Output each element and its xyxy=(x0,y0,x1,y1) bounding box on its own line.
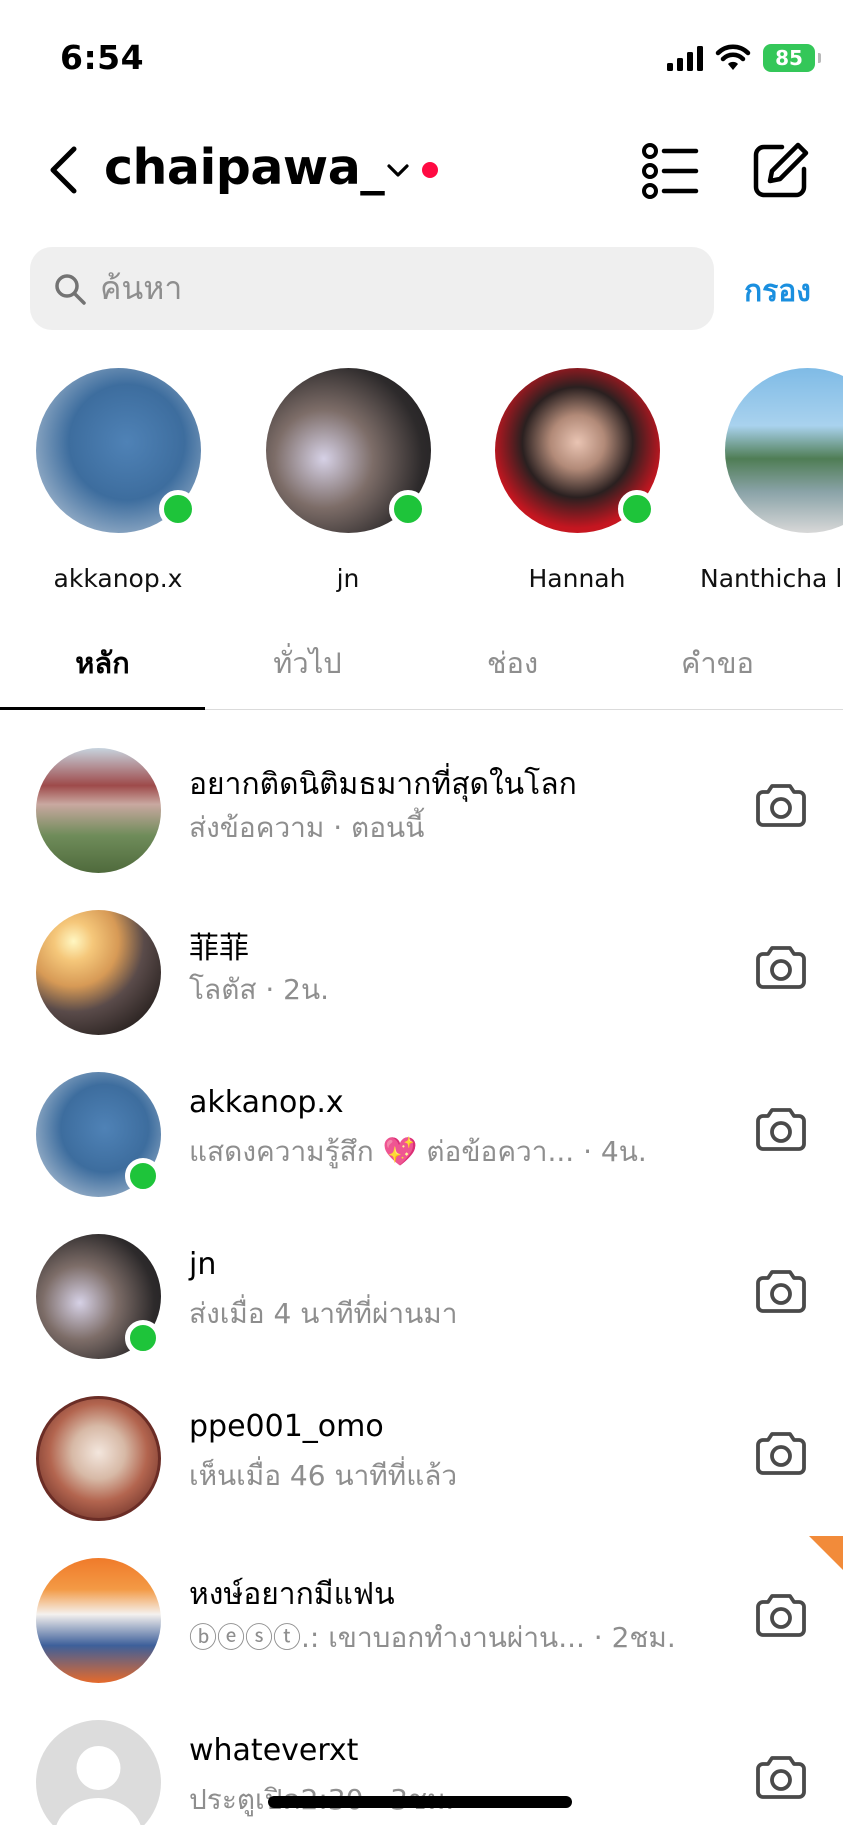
compose-button[interactable] xyxy=(752,141,810,199)
account-switch-button[interactable] xyxy=(382,155,414,187)
thread-name: akkanop.x xyxy=(189,1085,344,1120)
battery-level: 85 xyxy=(775,46,803,70)
search-icon xyxy=(50,269,90,309)
note-name: jn xyxy=(336,564,360,593)
thread-name: ppe001_omo xyxy=(189,1409,384,1444)
avatar xyxy=(36,1720,161,1825)
avatar xyxy=(36,1396,161,1521)
camera-icon xyxy=(756,946,806,989)
avatar xyxy=(36,1558,161,1683)
thread-row[interactable]: อยากติดนิติมธมากที่สุดในโลก ส่งข้อความ ·… xyxy=(0,734,843,896)
list-icon xyxy=(642,143,699,199)
thread-name: หงษ์อยากมีแฟน xyxy=(189,1577,395,1612)
tab-primary[interactable]: หลัก xyxy=(0,640,205,686)
thread-preview: โลตัส · 2น. xyxy=(189,973,330,1006)
thread-name: whateverxt xyxy=(189,1733,359,1768)
status-icons: 85 xyxy=(667,44,821,72)
online-indicator xyxy=(389,490,427,528)
header: chaipawa_ xyxy=(0,125,843,215)
wifi-icon xyxy=(715,44,751,70)
thread-preview: ⓑⓔⓢⓣ.: เขาบอกทำงานผ่าน... · 2ชม. xyxy=(189,1621,676,1654)
thread-row[interactable]: jn ส่งเมื่อ 4 นาทีที่ผ่านมา xyxy=(0,1220,843,1382)
note-name: Nanthicha l xyxy=(700,564,843,593)
notes-row: akkanop.x jn Hannah Nanthicha l xyxy=(0,368,843,598)
search-placeholder: ค้นหา xyxy=(100,269,183,307)
thread-name: jn xyxy=(189,1247,217,1282)
thread-preview: แสดงความรู้สึก 💖 ต่อข้อควา... · 4น. xyxy=(189,1135,647,1168)
thread-preview: เห็นเมื่อ 46 นาทีที่แล้ว xyxy=(189,1459,458,1492)
online-indicator xyxy=(618,490,656,528)
camera-icon xyxy=(756,1108,806,1151)
camera-button[interactable] xyxy=(754,940,808,994)
camera-button[interactable] xyxy=(754,1588,808,1642)
camera-button[interactable] xyxy=(754,1102,808,1156)
active-tab-indicator xyxy=(0,707,205,710)
avatar xyxy=(36,910,161,1035)
camera-button[interactable] xyxy=(754,778,808,832)
online-indicator xyxy=(125,1320,161,1356)
thread-row[interactable]: หงษ์อยากมีแฟน ⓑⓔⓢⓣ.: เขาบอกทำงานผ่าน... … xyxy=(0,1544,843,1706)
online-indicator xyxy=(125,1158,161,1194)
back-chevron-icon xyxy=(50,146,77,194)
default-avatar-icon xyxy=(56,1746,141,1825)
note-item[interactable]: Nanthicha l xyxy=(0,368,843,598)
tab-general[interactable]: ทั่วไป xyxy=(205,640,410,686)
camera-icon xyxy=(756,1594,806,1637)
thread-row[interactable]: ppe001_omo เห็นเมื่อ 46 นาทีที่แล้ว xyxy=(0,1382,843,1544)
thread-row[interactable]: akkanop.x แสดงความรู้สึก 💖 ต่อข้อควา... … xyxy=(0,1058,843,1220)
camera-icon xyxy=(756,1432,806,1475)
scroll-indicator-icon xyxy=(809,1536,843,1570)
account-name[interactable]: chaipawa_ xyxy=(104,139,385,196)
inbox-tabs: หลัก ทั่วไป ช่อง คำขอ xyxy=(0,618,843,710)
camera-button[interactable] xyxy=(754,1264,808,1318)
battery-icon: 85 xyxy=(763,44,821,72)
camera-button[interactable] xyxy=(754,1750,808,1804)
note-name: Hannah xyxy=(528,564,626,593)
avatar xyxy=(725,368,843,533)
thread-preview: ส่งข้อความ · ตอนนี้ xyxy=(189,811,425,844)
camera-icon xyxy=(756,784,806,827)
home-indicator[interactable] xyxy=(268,1796,572,1808)
thread-row[interactable]: 菲菲 โลตัส · 2น. xyxy=(0,896,843,1058)
thread-preview: ส่งเมื่อ 4 นาทีที่ผ่านมา xyxy=(189,1297,458,1330)
status-bar: 6:54 85 xyxy=(0,0,843,110)
compose-icon xyxy=(753,142,809,198)
avatar xyxy=(36,748,161,873)
signal-icon xyxy=(667,45,703,71)
back-button[interactable] xyxy=(38,143,88,197)
tab-requests[interactable]: คำขอ xyxy=(615,640,820,686)
tab-channels[interactable]: ช่อง xyxy=(410,640,615,686)
thread-name: 菲菲 xyxy=(189,931,249,966)
status-time: 6:54 xyxy=(60,38,145,77)
camera-icon xyxy=(756,1756,806,1799)
list-button[interactable] xyxy=(640,141,700,201)
unread-dot xyxy=(422,162,438,178)
camera-button[interactable] xyxy=(754,1426,808,1480)
chevron-down-icon xyxy=(387,164,409,177)
thread-name: อยากติดนิติมธมากที่สุดในโลก xyxy=(189,767,577,802)
camera-icon xyxy=(756,1270,806,1313)
search-input[interactable]: ค้นหา xyxy=(30,247,714,330)
filter-link[interactable]: กรอง xyxy=(744,268,811,315)
